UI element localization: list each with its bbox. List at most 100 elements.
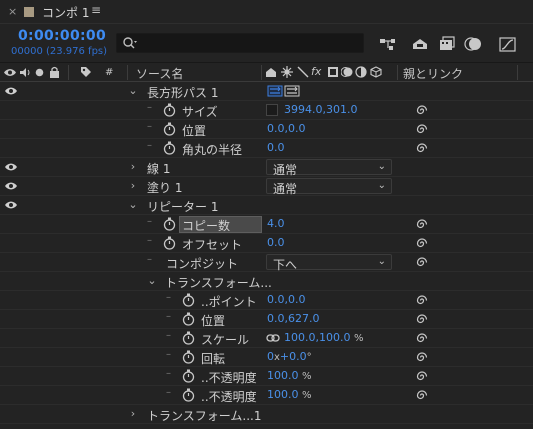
stopwatch-icon[interactable]	[163, 217, 176, 231]
property-name[interactable]: 線 1	[147, 160, 170, 177]
lock-icon[interactable]	[49, 66, 60, 78]
property-group-repeater[interactable]: ⌄ リピーター 1	[0, 196, 533, 215]
property-row-end-opacity[interactable]: – ..不透明度 100.0 %	[0, 386, 533, 405]
solo-icon[interactable]	[35, 68, 44, 77]
stopwatch-icon[interactable]	[182, 331, 195, 345]
property-value[interactable]: 0.0,0.0	[267, 122, 305, 135]
pickwhip-spiral-icon[interactable]	[415, 123, 429, 136]
visibility-eye-icon[interactable]	[4, 199, 18, 211]
property-group-stroke[interactable]: › 線 1 通常 ⌄	[0, 158, 533, 177]
layer-search-input[interactable]	[116, 33, 364, 53]
expand-chevron-down-icon[interactable]: ⌄	[128, 84, 138, 97]
expand-chevron-right-icon[interactable]: ›	[128, 407, 138, 420]
pickwhip-spiral-icon[interactable]	[415, 370, 429, 383]
motion-blur-icon[interactable]	[464, 35, 484, 53]
blend-mode-select[interactable]: 通常 ⌄	[266, 178, 392, 196]
pickwhip-spiral-icon[interactable]	[415, 389, 429, 402]
visibility-eye-icon[interactable]	[4, 85, 18, 97]
property-value[interactable]: 4.0	[267, 217, 285, 230]
pickwhip-spiral-icon[interactable]	[415, 294, 429, 307]
pickwhip-spiral-icon[interactable]	[415, 256, 429, 269]
stopwatch-icon[interactable]	[182, 369, 195, 383]
revolutions-value[interactable]: 0	[267, 350, 274, 363]
graph-editor-icon[interactable]	[498, 35, 518, 53]
property-group-shape-transform[interactable]: › トランスフォーム...1	[0, 405, 533, 424]
expand-chevron-right-icon[interactable]: ›	[128, 160, 138, 173]
frame-blending-icon[interactable]	[437, 35, 457, 53]
property-group-fill[interactable]: › 塗り 1 通常 ⌄	[0, 177, 533, 196]
stopwatch-icon[interactable]	[182, 312, 195, 326]
source-name-header[interactable]: ソース名	[136, 65, 183, 82]
property-value[interactable]: 0.0	[267, 236, 285, 249]
property-row-rotation[interactable]: – 回転 0x+0.0°	[0, 348, 533, 367]
pickwhip-spiral-icon[interactable]	[415, 332, 429, 345]
stopwatch-icon[interactable]	[163, 122, 176, 136]
property-name[interactable]: トランスフォーム...	[165, 274, 272, 291]
close-tab-icon[interactable]: ×	[8, 5, 17, 18]
expand-chevron-down-icon[interactable]: ⌄	[128, 198, 138, 211]
composition-tab-title[interactable]: コンポ 1	[42, 4, 89, 21]
stopwatch-icon[interactable]	[182, 350, 195, 364]
stopwatch-icon[interactable]	[163, 141, 176, 155]
pickwhip-spiral-icon[interactable]	[415, 313, 429, 326]
constrain-proportions-toggle[interactable]	[266, 104, 278, 116]
pickwhip-spiral-icon[interactable]	[415, 104, 429, 117]
parent-link-header[interactable]: 親とリンク	[403, 65, 463, 82]
motion-blur-switch-icon[interactable]	[341, 66, 353, 78]
property-value[interactable]: 100.0,100.0 %	[284, 331, 364, 344]
composite-select[interactable]: 下へ ⌄	[266, 254, 392, 272]
property-name[interactable]: トランスフォーム...1	[147, 407, 261, 424]
property-row-scale[interactable]: – スケール 100.0,100.0 %	[0, 329, 533, 348]
collapse-transform-icon[interactable]	[281, 66, 293, 78]
visibility-eye-icon[interactable]	[4, 180, 18, 192]
pickwhip-spiral-icon[interactable]	[415, 218, 429, 231]
property-value[interactable]: 0.0,0.0	[267, 293, 305, 306]
property-row-roundness[interactable]: – 角丸の半径 0.0	[0, 139, 533, 158]
panel-menu-icon[interactable]: ≡	[91, 3, 101, 17]
property-row-copies[interactable]: – コピー数 4.0	[0, 215, 533, 234]
video-visibility-icon[interactable]	[3, 67, 17, 78]
stopwatch-icon[interactable]	[163, 103, 176, 117]
chain-link-icon[interactable]	[266, 333, 280, 343]
expand-chevron-down-icon[interactable]: ⌄	[147, 274, 157, 287]
pickwhip-spiral-icon[interactable]	[415, 142, 429, 155]
stopwatch-icon[interactable]	[182, 388, 195, 402]
pickwhip-spiral-icon[interactable]	[415, 237, 429, 250]
property-value[interactable]: 0x+0.0°	[267, 350, 312, 363]
shy-layers-icon[interactable]	[410, 35, 430, 53]
current-time-display[interactable]: 0:00:00:00	[18, 28, 106, 44]
3d-layer-icon[interactable]	[370, 66, 382, 78]
stopwatch-icon[interactable]	[163, 236, 176, 250]
path-direction-icon[interactable]	[267, 84, 301, 98]
property-value[interactable]: 0.0,627.0	[267, 312, 319, 325]
property-row-composite[interactable]: – コンポジット 下へ ⌄	[0, 253, 533, 272]
property-group-rectangle-path[interactable]: ⌄ 長方形パス 1	[0, 82, 533, 101]
frame-blend-switch-icon[interactable]	[327, 66, 339, 78]
property-name[interactable]: 長方形パス 1	[147, 84, 218, 101]
effects-header-icon[interactable]: fx	[311, 65, 321, 78]
visibility-eye-icon[interactable]	[4, 161, 18, 173]
quality-icon[interactable]	[297, 66, 309, 78]
property-row-size[interactable]: – サイズ 3994.0,301.0	[0, 101, 533, 120]
label-tag-icon[interactable]	[80, 66, 92, 78]
expand-chevron-right-icon[interactable]: ›	[128, 179, 138, 192]
property-row-anchor-point[interactable]: – ..ポイント 0.0,0.0	[0, 291, 533, 310]
property-group-repeater-transform[interactable]: ⌄ トランスフォーム...	[0, 272, 533, 291]
audio-icon[interactable]	[19, 67, 31, 78]
property-value[interactable]: 100.0 %	[267, 388, 312, 401]
composition-flowchart-icon[interactable]	[378, 35, 398, 53]
property-name[interactable]: リピーター 1	[147, 198, 218, 215]
degrees-value[interactable]: +0.0	[280, 350, 307, 363]
property-name[interactable]: 塗り 1	[147, 179, 182, 196]
blend-mode-select[interactable]: 通常 ⌄	[266, 159, 392, 177]
property-row-transform-position[interactable]: – 位置 0.0,627.0	[0, 310, 533, 329]
property-value[interactable]: 3994.0,301.0	[284, 103, 357, 116]
property-row-position[interactable]: – 位置 0.0,0.0	[0, 120, 533, 139]
pickwhip-spiral-icon[interactable]	[415, 351, 429, 364]
property-row-offset[interactable]: – オフセット 0.0	[0, 234, 533, 253]
property-value[interactable]: 0.0	[267, 141, 285, 154]
stopwatch-icon[interactable]	[182, 293, 195, 307]
shy-switch-icon[interactable]	[265, 66, 277, 78]
adjustment-layer-icon[interactable]	[355, 66, 367, 78]
property-value[interactable]: 100.0 %	[267, 369, 312, 382]
